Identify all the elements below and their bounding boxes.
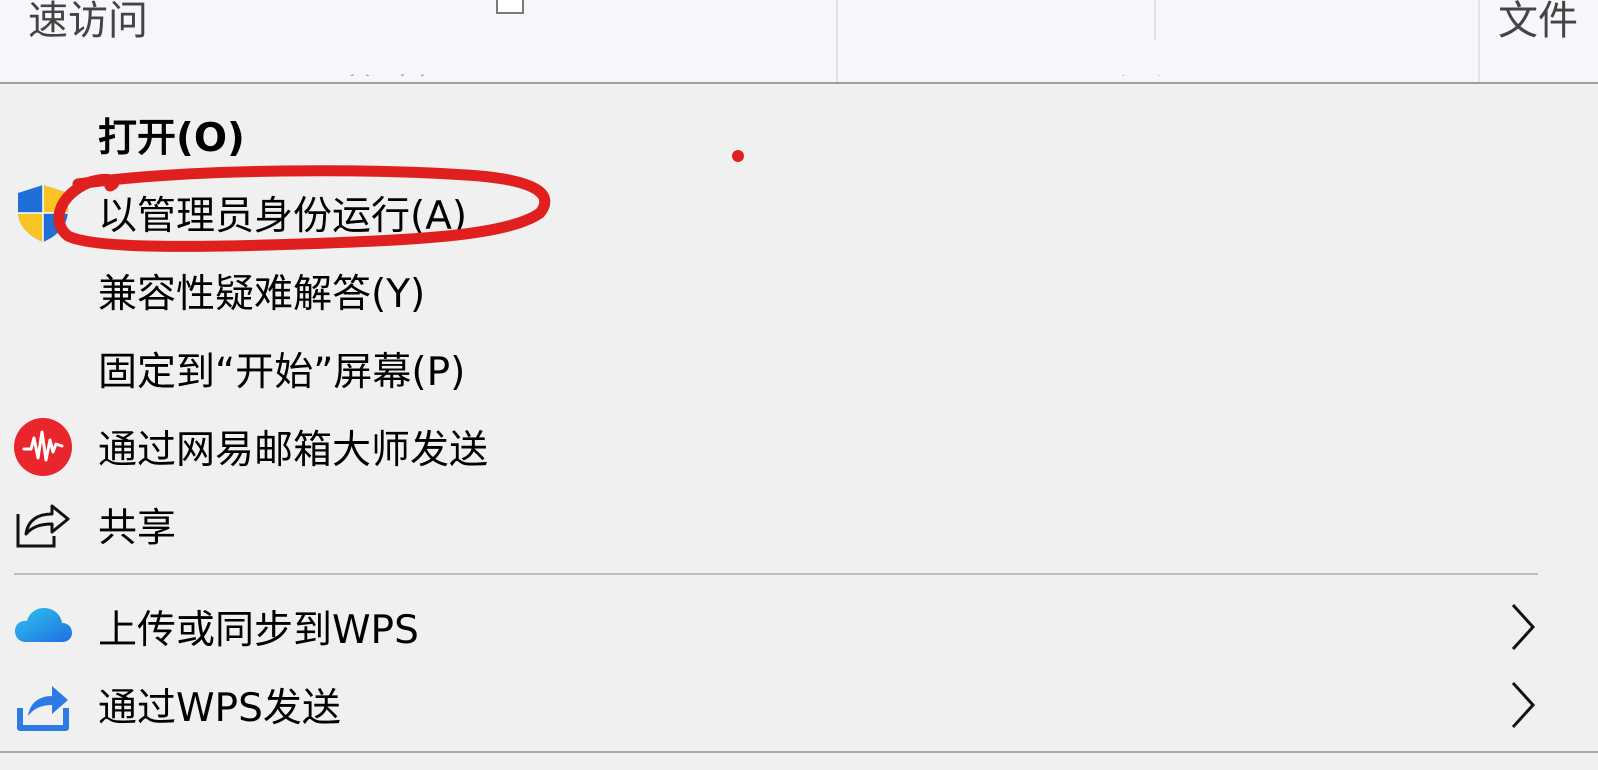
menu-item-upload-sync-wps[interactable]: 上传或同步到WPS [0, 588, 1598, 666]
menu-item-label: 通过WPS发送 [98, 686, 341, 731]
menu-separator [14, 573, 1538, 575]
menu-item-label: 兼容性疑难解答(Y) [98, 272, 426, 317]
red-dot-annotation [732, 150, 744, 162]
chevron-right-icon[interactable] [1505, 677, 1541, 733]
ribbon-divider [1154, 0, 1156, 40]
share-icon [16, 504, 70, 548]
menu-item-label: 固定到“开始”屏幕(P) [98, 350, 466, 395]
wps-send-icon [17, 686, 69, 731]
menu-item-label: 通过网易邮箱大师发送 [98, 428, 489, 473]
quick-access-label[interactable]: 速访问 [28, 0, 148, 46]
menu-item-pin-to-start[interactable]: 固定到“开始”屏幕(P) [0, 330, 1598, 408]
chevron-right-icon[interactable] [1505, 599, 1541, 655]
ribbon-divider [836, 0, 838, 83]
menu-item-compat-troubleshoot[interactable]: 兼容性疑难解答(Y) [0, 252, 1598, 330]
ribbon: 速访问 粘贴快捷方式 文件 剪贴板 组织 [0, 0, 1598, 83]
ribbon-group-organize: 组织 [1114, 64, 1186, 75]
menu-item-open[interactable]: 打开(O) [0, 96, 1598, 174]
ribbon-file-partial-text[interactable]: 文件 [1498, 0, 1578, 46]
menu-item-label: 上传或同步到WPS [98, 608, 419, 653]
context-menu: 打开(O) 以管理员身份运行(A) 兼容性疑难解答(Y) 固定到“开始”屏幕(P… [0, 84, 1598, 770]
menu-item-run-as-admin[interactable]: 以管理员身份运行(A) [0, 174, 1598, 252]
ribbon-group-clipboard: 剪贴板 [342, 64, 450, 75]
menu-item-share[interactable]: 共享 [0, 486, 1598, 564]
ribbon-checkbox[interactable] [496, 0, 524, 14]
menu-separator [0, 751, 1598, 753]
uac-shield-icon [18, 185, 68, 242]
menu-item-send-via-wps[interactable]: 通过WPS发送 [0, 666, 1598, 744]
menu-item-send-via-netease[interactable]: 通过网易邮箱大师发送 [0, 408, 1598, 486]
menu-item-label: 共享 [98, 506, 177, 551]
ribbon-top-partial-text[interactable]: 粘贴快捷方式 [556, 0, 796, 26]
menu-item-label: 以管理员身份运行(A) [98, 194, 468, 239]
menu-item-label: 打开(O) [98, 116, 245, 161]
wps-cloud-icon [15, 608, 72, 642]
ribbon-divider [1478, 0, 1480, 83]
netease-mail-master-icon [14, 418, 72, 476]
